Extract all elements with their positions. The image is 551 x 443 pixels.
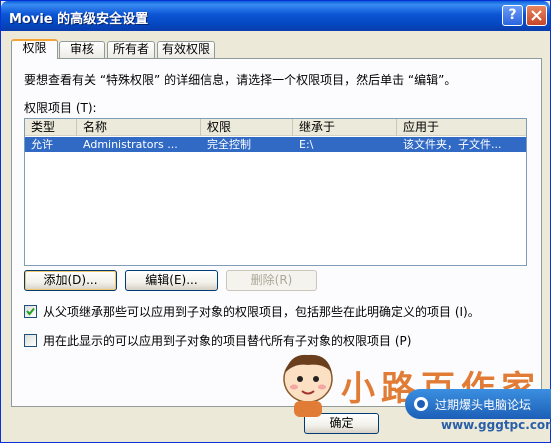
- watermark-url: www.gggtpc.com: [441, 418, 551, 432]
- forum-logo-icon: [414, 397, 428, 411]
- inherit-checkbox[interactable]: [24, 305, 37, 318]
- inherit-checkbox-label: 从父项继承那些可以应用到子对象的权限项目，包括那些在此明确定义的项目 (I)。: [43, 305, 480, 319]
- help-button[interactable]: ?: [502, 5, 523, 26]
- watermark-badge-text: 过期爆头电脑论坛: [435, 398, 532, 412]
- close-button[interactable]: [526, 5, 547, 26]
- table-row[interactable]: 允许 Administrators ... 完全控制 E:\ 该文件夹，子文件.…: [25, 137, 526, 152]
- tab-auditing[interactable]: 审核: [59, 41, 105, 58]
- tab-effective-permissions[interactable]: 有效权限: [157, 41, 215, 58]
- dialog-window: Movie 的高级安全设置 ? 权限 审核 所有者 有效权限 要想查看有关 “特…: [0, 0, 551, 443]
- title-bar[interactable]: Movie 的高级安全设置 ?: [1, 1, 550, 31]
- tab-permissions[interactable]: 权限: [11, 39, 58, 59]
- close-icon: [531, 10, 542, 21]
- column-inherited-from[interactable]: 继承于: [293, 119, 397, 136]
- column-applies-to[interactable]: 应用于: [397, 119, 526, 136]
- list-header: 类型 名称 权限 继承于 应用于: [25, 119, 526, 136]
- description-text: 要想查看有关 “特殊权限” 的详细信息，请选择一个权限项目，然后单击 “编辑”。: [24, 73, 457, 87]
- column-name[interactable]: 名称: [77, 119, 201, 136]
- cell-permission: 完全控制: [207, 138, 251, 151]
- column-permission[interactable]: 权限: [201, 119, 293, 136]
- mascot-watermark-icon: [283, 354, 333, 417]
- replace-checkbox[interactable]: [24, 334, 37, 347]
- column-type[interactable]: 类型: [25, 119, 77, 136]
- permission-entries-label: 权限项目 (T):: [24, 101, 97, 115]
- remove-button[interactable]: 删除(R): [226, 270, 317, 291]
- edit-button[interactable]: 编辑(E)...: [125, 270, 218, 291]
- watermark-badge: 过期爆头电脑论坛: [405, 389, 551, 419]
- tab-owner[interactable]: 所有者: [107, 41, 155, 58]
- add-button[interactable]: 添加(D)...: [24, 270, 117, 291]
- cell-applies-to: 该文件夹，子文件...: [403, 138, 502, 151]
- cell-type: 允许: [31, 138, 53, 151]
- window-title: Movie 的高级安全设置: [9, 12, 149, 27]
- checkmark-icon: [26, 307, 35, 316]
- help-icon: ?: [508, 7, 517, 23]
- permission-entries-list[interactable]: 类型 名称 权限 继承于 应用于 允许 Administrators ... 完…: [24, 118, 527, 266]
- replace-checkbox-label: 用在此显示的可以应用到子对象的项目替代所有子对象的权限项目 (P): [43, 334, 412, 348]
- cell-name: Administrators ...: [83, 138, 178, 151]
- cell-inherited-from: E:\: [299, 138, 314, 151]
